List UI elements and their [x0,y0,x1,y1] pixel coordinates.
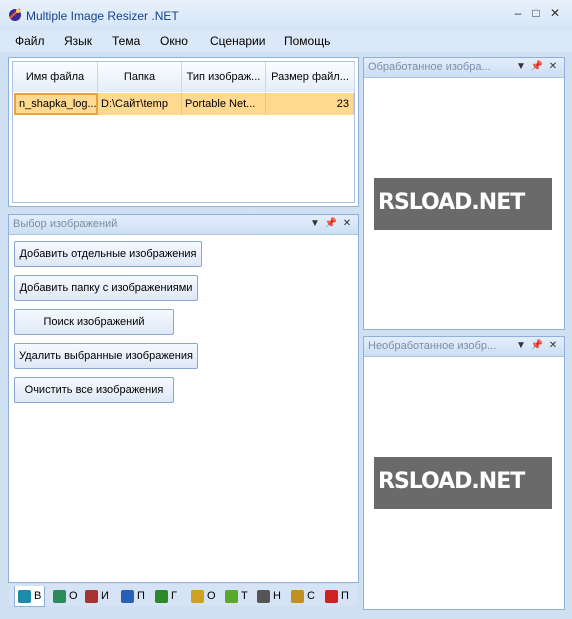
app-icon [9,8,21,21]
tab-9[interactable]: П [322,586,352,606]
tab-4[interactable]: Г [152,586,180,606]
panel-header: Выбор изображений ▼ 📌 ✕ [9,215,358,235]
tab-label: С [307,590,315,602]
menu-window[interactable]: Окно [160,34,188,48]
logo-text: RSLOAD.NET [378,469,525,494]
save-icon [291,589,304,603]
column-header-type[interactable]: Тип изображ... [182,62,266,92]
cell-size[interactable]: 23 [266,93,354,115]
tab-6[interactable]: Т [222,586,251,606]
menu-language[interactable]: Язык [64,34,92,48]
unprocessed-image-panel: Необработанное изобр... ▼ 📌 ✕ RSLOAD.NET [363,336,565,610]
column-header-folder[interactable]: Папка [98,62,182,92]
panel-header: Необработанное изобр... ▼ 📌 ✕ [364,337,564,357]
remove-selected-button[interactable]: Удалить выбранные изображения [14,343,198,369]
panel-menu-icon[interactable]: ▼ [514,60,528,74]
minimize-button[interactable]: – [510,6,526,20]
tab-label: П [137,590,145,602]
menu-help[interactable]: Помощь [284,34,330,48]
panel-menu-icon[interactable]: ▼ [514,339,528,353]
column-header-size[interactable]: Размер файл... [266,62,355,92]
title-bar[interactable]: Multiple Image Resizer .NET – □ ✕ [0,0,572,30]
processed-image-preview: RSLOAD.NET [374,178,552,230]
menu-theme[interactable]: Тема [112,34,140,48]
play-icon [325,589,338,603]
tab-8[interactable]: С [288,586,318,606]
search-images-button[interactable]: Поиск изображений [14,309,174,335]
panel-title: Выбор изображений [13,218,118,230]
menu-bar: Файл Язык Тема Окно Сценарии Помощь [0,30,572,52]
rotate-icon [121,589,134,603]
select-images-panel: Выбор изображений ▼ 📌 ✕ Добавить отдельн… [8,214,359,583]
tab-label: Т [241,590,248,602]
logo-text: RSLOAD.NET [378,190,525,215]
tab-0[interactable]: В [14,586,46,607]
app-window: Multiple Image Resizer .NET – □ ✕ Файл Я… [0,0,572,619]
add-images-button[interactable]: Добавить отдельные изображения [14,241,202,267]
pin-icon[interactable]: 📌 [324,217,338,231]
checkbox-icon [53,589,66,603]
tab-label: О [69,590,78,602]
tab-1[interactable]: О [50,586,81,606]
panel-menu-icon[interactable]: ▼ [308,217,322,231]
cell-filename[interactable]: n_shapka_log... [14,93,98,115]
panel-close-icon[interactable]: ✕ [546,339,560,353]
add-folder-button[interactable]: Добавить папку с изображениями [14,275,198,301]
image-icon [18,589,31,603]
unprocessed-image-preview: RSLOAD.NET [374,457,552,509]
cell-folder[interactable]: D:\Сайт\temp [98,93,182,115]
tab-label: И [101,590,109,602]
pin-icon[interactable]: 📌 [530,60,544,74]
close-button[interactable]: ✕ [547,6,563,20]
cell-type[interactable]: Portable Net... [182,93,266,115]
tab-label: О [207,590,216,602]
pin-icon[interactable]: 📌 [530,339,544,353]
tab-label: П [341,590,349,602]
tab-5[interactable]: О [188,586,219,606]
menu-file[interactable]: Файл [15,34,45,48]
tab-7[interactable]: Н [254,586,284,606]
tab-label: В [34,590,42,602]
window-title: Multiple Image Resizer .NET [26,9,179,23]
tab-2[interactable]: И [82,586,112,606]
maximize-button[interactable]: □ [528,6,544,20]
tab-label: Н [273,590,281,602]
file-grid: Имя файла Папка Тип изображ... Размер фа… [12,61,355,203]
processed-image-panel: Обработанное изобра... ▼ 📌 ✕ RSLOAD.NET [363,57,565,330]
clear-all-button[interactable]: Очистить все изображения [14,377,174,403]
tool-tabs: ВОИПГОТНСП [9,584,357,607]
resize-icon [85,589,98,603]
menu-scenarios[interactable]: Сценарии [210,34,265,48]
panel-title: Обработанное изобра... [368,61,491,73]
panel-close-icon[interactable]: ✕ [546,60,560,74]
tab-label: Г [171,590,177,602]
panel-close-icon[interactable]: ✕ [340,217,354,231]
settings-icon [257,589,270,603]
tab-3[interactable]: П [118,586,148,606]
panel-header: Обработанное изобра... ▼ 📌 ✕ [364,58,564,78]
file-grid-panel: Имя файла Папка Тип изображ... Размер фа… [8,57,359,207]
border-icon [155,589,168,603]
column-header-filename[interactable]: Имя файла [13,62,98,92]
filter-icon [191,589,204,603]
text-icon [225,589,238,603]
panel-title: Необработанное изобр... [368,340,497,352]
